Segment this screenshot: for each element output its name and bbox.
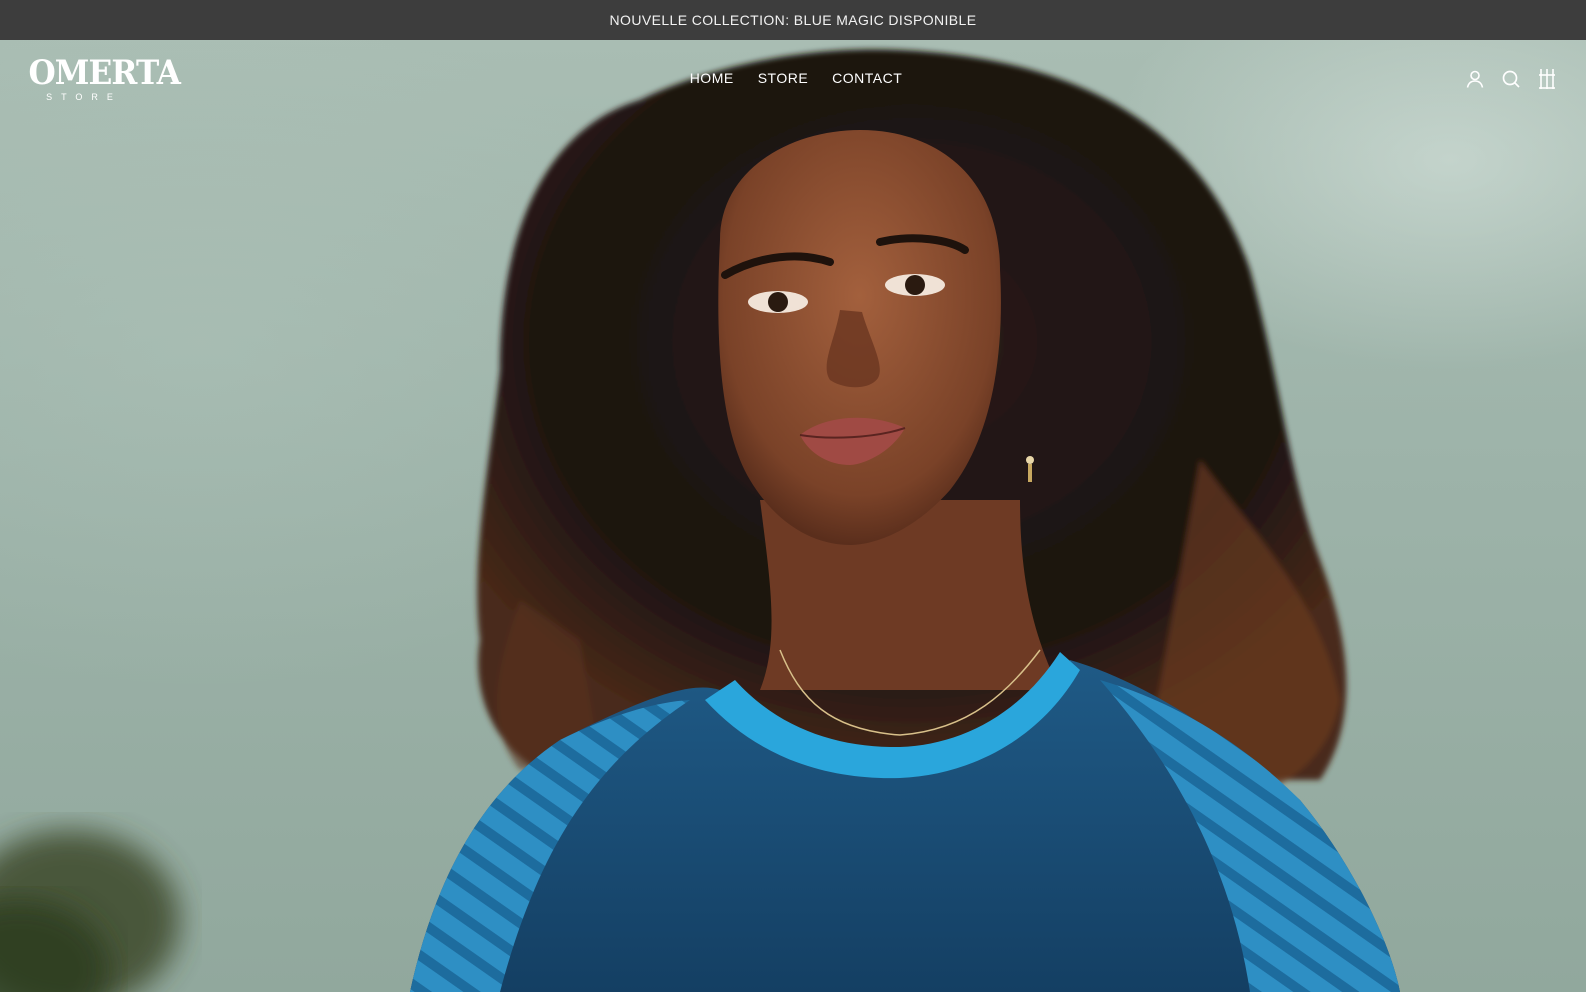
main-nav: HOME STORE CONTACT [0, 70, 1586, 86]
nav-store[interactable]: STORE [758, 70, 808, 86]
announcement-text[interactable]: NOUVELLE COLLECTION: BLUE MAGIC DISPONIB… [610, 12, 977, 28]
site-header: OMERTA STORE HOME STORE CONTACT [0, 40, 1586, 120]
nav-home[interactable]: HOME [690, 70, 734, 86]
logo-subtitle: STORE [46, 92, 122, 102]
page: NOUVELLE COLLECTION: BLUE MAGIC DISPONIB… [0, 0, 1586, 992]
hero-banner[interactable] [0, 40, 1586, 992]
hero-photo [0, 49, 1400, 992]
nav-contact[interactable]: CONTACT [832, 70, 902, 86]
announcement-bar[interactable]: NOUVELLE COLLECTION: BLUE MAGIC DISPONIB… [0, 0, 1586, 40]
account-icon[interactable] [1464, 68, 1486, 90]
search-icon[interactable] [1500, 68, 1522, 90]
cart-icon[interactable] [1536, 68, 1558, 90]
header-actions [1464, 68, 1558, 90]
